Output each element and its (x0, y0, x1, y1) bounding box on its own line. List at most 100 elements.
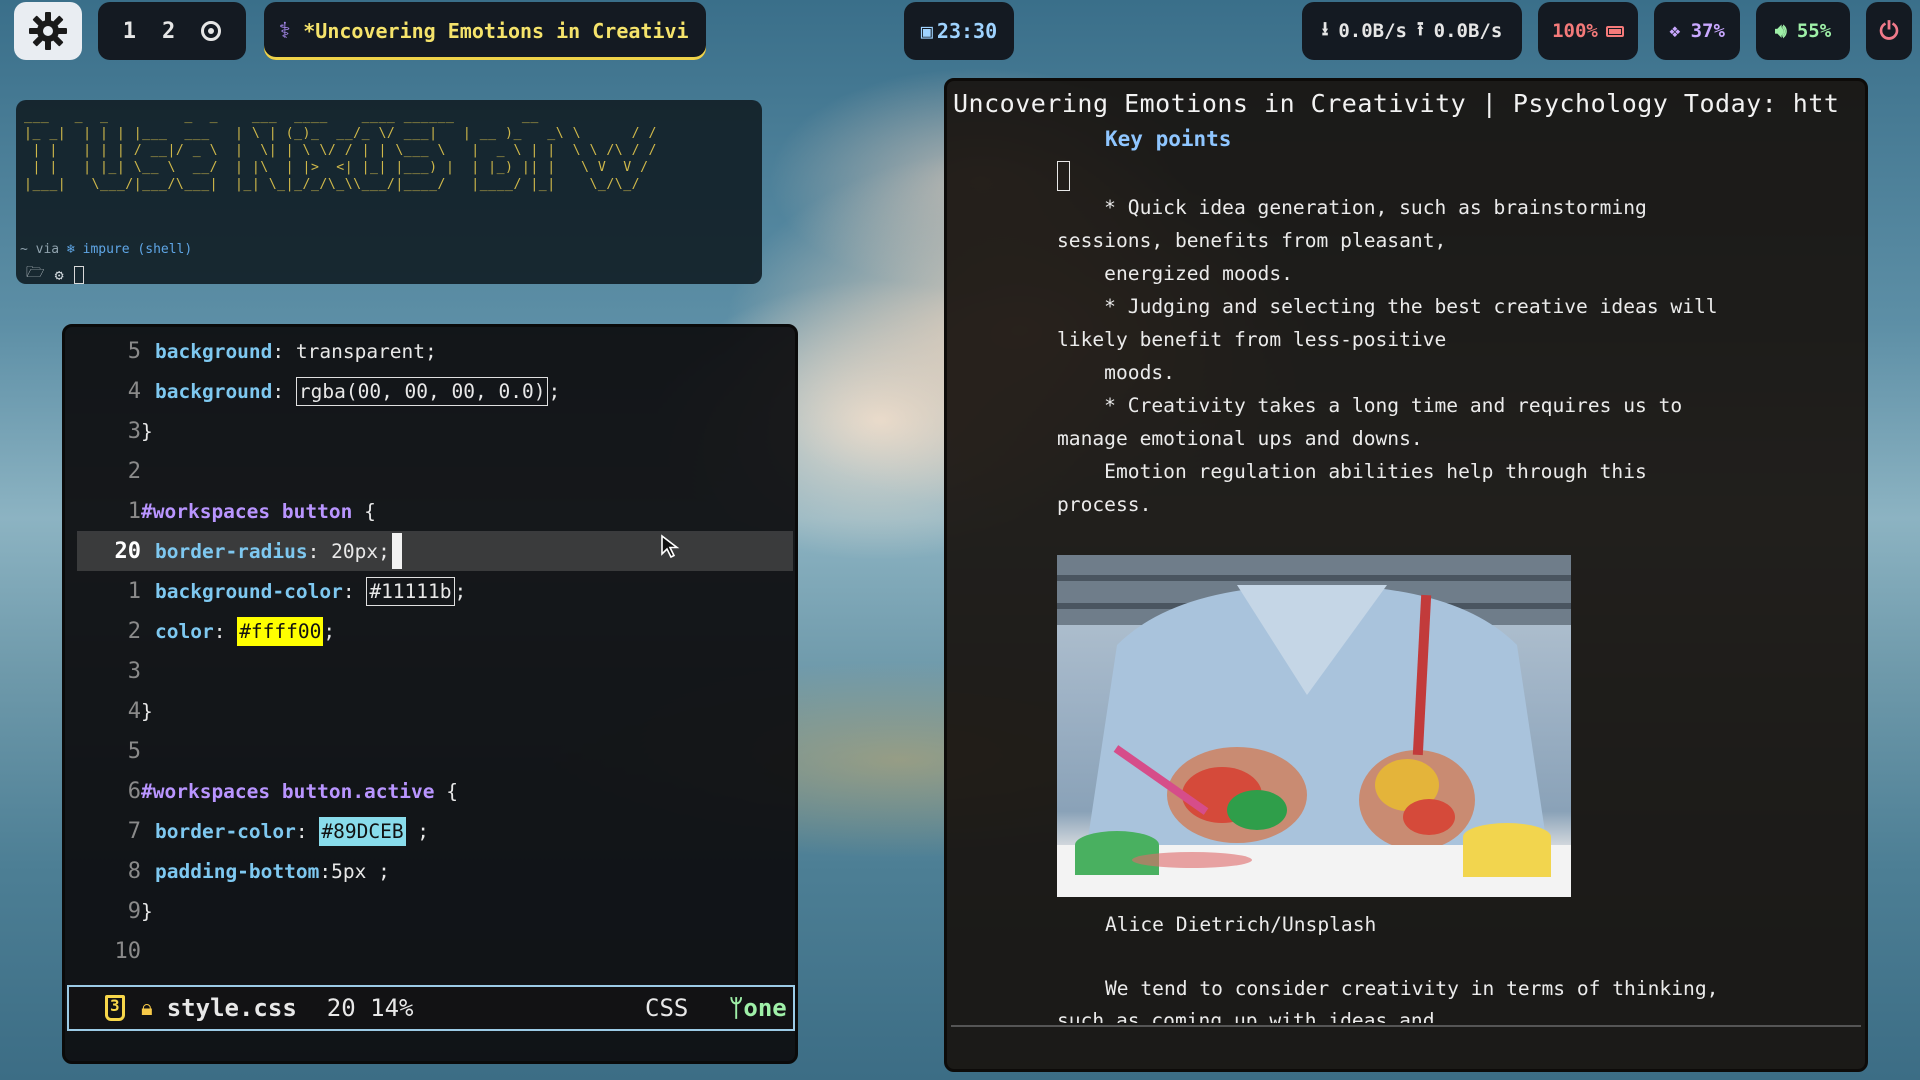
prompt-env: impure (shell) (82, 242, 193, 257)
workspace-1-button[interactable]: 1 (123, 19, 136, 44)
css-property: background-color (155, 579, 343, 603)
css-property: background (155, 339, 273, 363)
lock-icon: 🔒︎ (141, 995, 153, 1021)
css-tail: ; (454, 579, 467, 603)
line-number: 3 (127, 658, 141, 684)
power-button[interactable]: ⏻ (1866, 2, 1912, 60)
css-selector: #workspaces button (141, 499, 353, 523)
net-down: 0.0B/s (1338, 20, 1407, 42)
css-property: background (155, 379, 273, 403)
git-branch-icon: ᛘ (729, 994, 744, 1022)
code-line[interactable]: 1 #workspaces button { (65, 491, 795, 531)
power-icon: ⏻ (1879, 17, 1899, 45)
line-number: 4 (127, 378, 141, 404)
browser-bottom-divider (951, 1025, 1861, 1027)
key-point-1: * Quick idea generation, such as brainst… (1057, 196, 1647, 285)
code-line[interactable]: 2 (65, 451, 795, 491)
key-point-2: * Judging and selecting the best creativ… (1057, 295, 1718, 384)
code-line[interactable]: 5 background: transparent; (65, 331, 795, 371)
page-title: Uncovering Emotions in Creativity | Psyc… (953, 89, 1840, 118)
css-property: padding-bottom (155, 859, 320, 883)
status-filename: style.css (166, 994, 297, 1022)
battery-icon (1605, 25, 1624, 37)
code-line[interactable]: 4 background: rgba(00, 00, 00, 0.0); (65, 371, 795, 411)
current-code-line[interactable]: 20 border-radius: 20px; (77, 531, 793, 571)
terminal-window[interactable]: ___ _ _ _ _ ___ ____ ____ ______ __ |_ _… (16, 100, 762, 284)
line-number: 2 (127, 618, 141, 644)
code-line[interactable]: 2 color: #ffff00; (65, 611, 795, 651)
cpu-icon: ❖ (1669, 20, 1681, 42)
volume-percent: 55% (1796, 20, 1832, 42)
color-swatch-yellow: #ffff00 (237, 616, 324, 646)
code-line[interactable]: 10 (65, 931, 795, 971)
css-file-icon (105, 995, 125, 1021)
code-line[interactable]: 9 } (65, 891, 795, 931)
net-up: 0.0B/s (1433, 20, 1503, 42)
code-line[interactable]: 3 } (65, 411, 795, 451)
code-line[interactable]: 3 (65, 651, 795, 691)
css-tail: ; (548, 379, 561, 403)
article-body-line-cut: such as coming up with ideas and (1057, 1009, 1435, 1023)
volume-indicator[interactable]: 🔊︎ 55% (1756, 2, 1850, 60)
snowflake-icon: ❄ (66, 242, 75, 257)
colon: : (272, 339, 296, 363)
battery-percent: 100% (1552, 20, 1598, 42)
code-line[interactable]: 4 } (65, 691, 795, 731)
code-editor-window[interactable]: 5 background: transparent; 4 background:… (62, 324, 798, 1064)
terminal-ascii-banner: ___ _ _ _ _ ___ ____ ____ ______ __ |_ _… (24, 109, 657, 192)
download-icon: ⭳ (1321, 18, 1329, 40)
shell-prompt-line: 🗁 ⚙ (26, 262, 84, 287)
calendar-icon: ▣ (920, 19, 933, 43)
colon: : (342, 579, 367, 603)
prompt-prefix: ~ via (20, 242, 60, 257)
editor-statusline: 🔒︎ style.css 20 14% CSS ᛘone (67, 985, 795, 1031)
battery-indicator[interactable]: 100% (1538, 2, 1638, 60)
color-value-boxed: #11111b (366, 576, 455, 606)
terminal-cursor[interactable] (73, 265, 84, 284)
css-tail: ; (405, 819, 430, 843)
workspaces: 1 2 (98, 2, 246, 60)
line-number: 7 (127, 818, 141, 844)
cpu-indicator[interactable]: ❖ 37% (1654, 2, 1740, 60)
color-swatch-blue: #89DCEB (319, 816, 406, 846)
active-window-title[interactable]: ⚕ *Uncovering Emotions in Creativi (264, 2, 706, 60)
css-tail: { (434, 779, 458, 803)
cpu-percent: 37% (1690, 20, 1725, 42)
upload-icon: ⭱ (1417, 18, 1424, 40)
app-launcher-button[interactable] (14, 2, 82, 60)
line-number: 1 (127, 498, 141, 524)
css-value: 5px ; (331, 859, 390, 883)
nix-icon: ⚙ (54, 265, 64, 284)
css-property: border-color (155, 819, 296, 843)
line-number: 20 (114, 538, 142, 564)
code-line[interactable]: 1 background-color: #11111b; (65, 571, 795, 611)
line-number: 6 (127, 778, 141, 804)
code-line[interactable]: 7 border-color: #89DCEB ; (65, 811, 795, 851)
color-value-boxed: rgba(00, 00, 00, 0.0) (295, 376, 549, 406)
line-number: 9 (127, 898, 141, 924)
css-tail: { (352, 499, 376, 523)
code-line[interactable]: 6 #workspaces button.active { (65, 771, 795, 811)
colon: : (272, 379, 296, 403)
css-property: color (155, 619, 214, 643)
key-point-3: * Creativity takes a long time and requi… (1057, 394, 1683, 516)
browser-cursor (1057, 161, 1070, 191)
code-line[interactable]: 8 padding-bottom:5px ; (65, 851, 795, 891)
clock[interactable]: ▣ 23:30 (904, 2, 1014, 60)
article-photo-painted-hands (1057, 555, 1571, 897)
article-body-line: We tend to consider creativity in terms … (1105, 977, 1719, 1000)
line-number: 8 (127, 858, 141, 884)
gear-icon (29, 12, 67, 50)
code-text: } (141, 699, 153, 723)
css-value: transparent; (295, 339, 437, 363)
workspace-2-button[interactable]: 2 (162, 19, 175, 44)
app-window-icon: ⚕ (278, 18, 292, 44)
css-selector: #workspaces button.active (141, 779, 435, 803)
workspace-active-icon[interactable] (201, 21, 222, 41)
network-speed[interactable]: ⭳ 0.0B/s ⭱ 0.0B/s (1302, 2, 1522, 60)
line-number: 2 (127, 458, 141, 484)
window-title-text: *Uncovering Emotions in Creativi (303, 19, 689, 43)
text-browser-window[interactable]: Uncovering Emotions in Creativity | Psyc… (944, 78, 1868, 1072)
status-position: 20 14% (326, 994, 414, 1022)
code-line[interactable]: 5 (65, 731, 795, 771)
